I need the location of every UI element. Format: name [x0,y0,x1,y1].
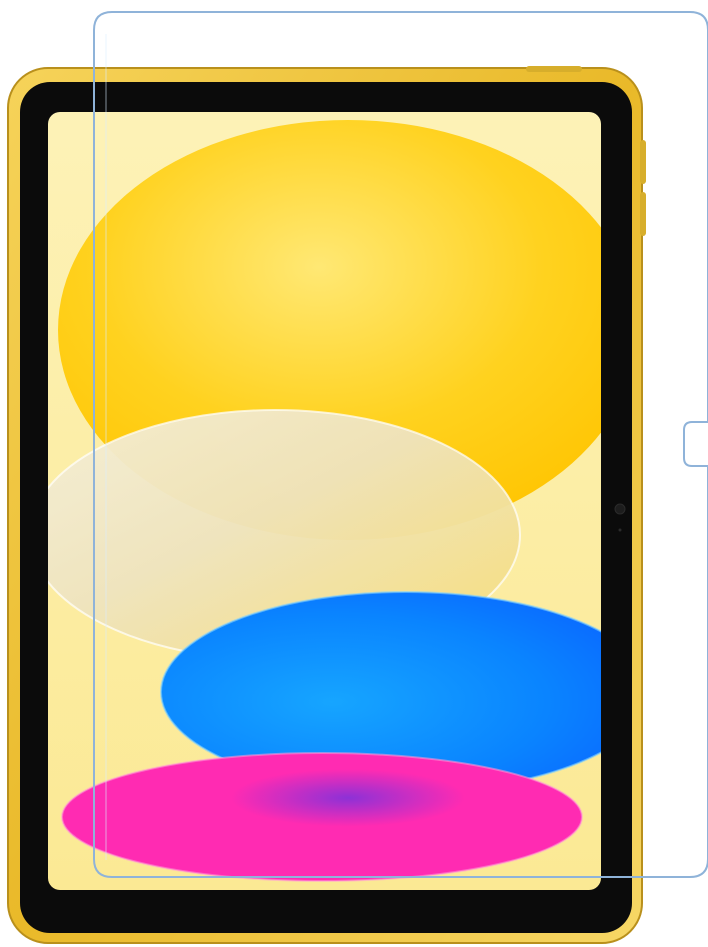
front-camera [614,503,626,515]
volume-up-button [640,140,646,184]
top-button [526,66,582,72]
camera-sensor [618,528,622,532]
volume-down-button [640,192,646,236]
display [48,112,601,890]
magenta-ellipse [61,752,583,882]
product-image [7,11,708,944]
